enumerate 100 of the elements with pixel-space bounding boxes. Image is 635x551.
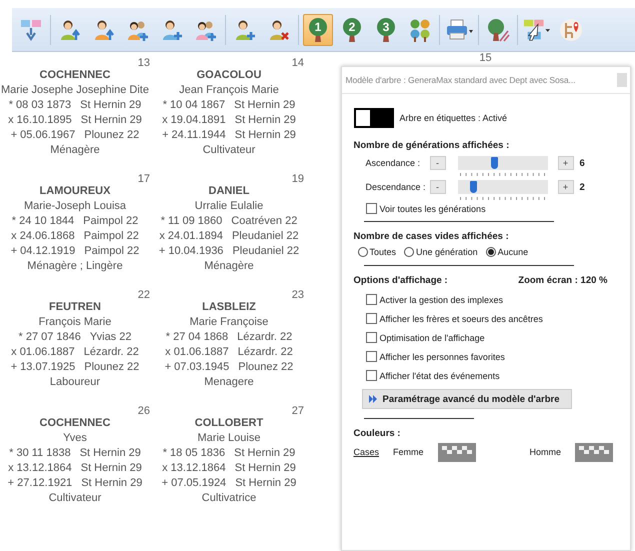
event-place: Lézardr. 22 bbox=[237, 330, 292, 345]
person-up-arrow-icon bbox=[92, 18, 116, 42]
person-add-icon bbox=[233, 18, 257, 42]
event-date: + 04.12.1919 bbox=[10, 244, 76, 259]
sosa-number: 17 bbox=[138, 173, 150, 185]
sosa-number: 23 bbox=[292, 289, 304, 301]
slider-label: Descendance : bbox=[366, 182, 427, 192]
printer-icon bbox=[445, 18, 473, 42]
sosa-number: 26 bbox=[138, 405, 150, 417]
checkbox-option[interactable]: Afficher l'état des événements bbox=[354, 366, 618, 385]
person-surname: LASBLEIZ bbox=[202, 300, 256, 315]
zoom-level: Zoom écran : 120 % bbox=[518, 275, 608, 286]
event-date: x 16.10.1895 bbox=[8, 113, 72, 128]
event-date: + 27.12.1921 bbox=[8, 476, 72, 491]
event-place: Pleudaniel 22 bbox=[232, 229, 299, 244]
slider-value: 2 bbox=[580, 182, 585, 192]
event-date: * 30 11 1838 bbox=[9, 446, 71, 461]
event-place: St Hernin 29 bbox=[234, 461, 296, 476]
event-date: * 18 05 1836 bbox=[162, 446, 226, 461]
event-date: + 13.07.1925 bbox=[10, 360, 76, 375]
person-given-names: Jean François Marie bbox=[179, 83, 279, 98]
slider-thumb[interactable] bbox=[470, 181, 477, 193]
slider-label: Ascendance : bbox=[366, 158, 422, 168]
sosa-number: 27 bbox=[292, 405, 304, 417]
event-place: Paimpol 22 bbox=[84, 229, 139, 244]
checkbox-option[interactable]: Voir toutes les générations bbox=[354, 199, 618, 218]
checkbox-option[interactable]: Afficher les frères et soeurs des ancêtres bbox=[354, 309, 618, 328]
person-surname: COCHENNEC bbox=[40, 68, 110, 83]
decrease-button[interactable]: - bbox=[430, 180, 446, 194]
sosa-number: 22 bbox=[138, 289, 150, 301]
radio-option[interactable]: Aucune bbox=[486, 247, 528, 257]
event-date: + 24.11.1944 bbox=[162, 128, 226, 143]
event-place: St Hernin 29 bbox=[80, 461, 142, 476]
advanced-settings-button[interactable]: Paramétrage avancé du modèle d'arbre bbox=[362, 389, 572, 409]
event-date: x 24.01.1894 bbox=[159, 229, 223, 244]
checkbox-option[interactable]: Afficher les personnes favorites bbox=[354, 347, 618, 366]
event-place: Coatréven 22 bbox=[231, 214, 298, 229]
color-swatch[interactable] bbox=[438, 442, 476, 462]
event-place: St Hernin 29 bbox=[234, 98, 296, 113]
event-date: * 08 03 1873 bbox=[8, 98, 72, 113]
section-heading: Options d'affichage : bbox=[354, 275, 448, 286]
event-place: Paimpol 22 bbox=[83, 214, 138, 229]
event-place: Lézardr. 22 bbox=[238, 345, 293, 360]
person-given-names: Urralie Eulalie bbox=[194, 199, 264, 214]
person-surname: COLLOBERT bbox=[194, 416, 264, 431]
person-given-names: François Marie bbox=[38, 315, 112, 330]
event-place: Lézardr. 22 bbox=[84, 345, 139, 360]
event-date: * 11 09 1860 bbox=[160, 214, 222, 229]
increase-button[interactable]: + bbox=[558, 180, 574, 194]
color-label: Femme bbox=[393, 447, 424, 457]
color-swatch[interactable] bbox=[575, 442, 614, 462]
section-heading: Nombre de générations affichées : bbox=[354, 140, 510, 151]
person-given-names: Yves bbox=[63, 431, 87, 446]
person-surname: DANIEL bbox=[208, 184, 250, 199]
event-date: x 19.04.1891 bbox=[162, 113, 226, 128]
person-surname: COCHENNEC bbox=[40, 416, 110, 431]
event-date: + 07.03.1945 bbox=[164, 360, 230, 375]
person-occupation: Ménagère ; Lingère bbox=[27, 259, 123, 274]
event-place: Plounez 22 bbox=[238, 360, 294, 375]
event-place: Paimpol 22 bbox=[84, 244, 140, 259]
person-occupation: Ménagère bbox=[50, 143, 100, 158]
person-given-names: Marie Josephe Josephine Dite bbox=[1, 83, 149, 98]
person-surname: FEUTREN bbox=[49, 300, 101, 315]
decrease-button[interactable]: - bbox=[430, 156, 446, 170]
section-heading: Couleurs : bbox=[354, 428, 402, 439]
event-date: x 13.12.1864 bbox=[162, 461, 226, 476]
person-occupation: Cultivateur bbox=[48, 491, 102, 506]
person-remove-icon bbox=[267, 18, 291, 42]
sosa-number: 13 bbox=[138, 57, 150, 69]
radio-option[interactable]: Toutes bbox=[358, 247, 396, 257]
person-surname: GOACOLOU bbox=[196, 68, 262, 83]
event-date: * 27 04 1868 bbox=[166, 330, 228, 345]
checkbox-option[interactable]: Optimisation de l'affichage bbox=[354, 328, 618, 347]
slider-track[interactable] bbox=[458, 156, 548, 170]
trees-icon bbox=[408, 18, 432, 42]
event-date: x 01.06.1887 bbox=[11, 345, 75, 360]
person-occupation: Laboureur bbox=[50, 375, 100, 390]
event-date: + 05.06.1967 bbox=[10, 128, 76, 143]
person-add-icon bbox=[160, 18, 184, 42]
slider-value: 6 bbox=[580, 158, 585, 168]
boxes-link[interactable]: Cases bbox=[354, 447, 380, 457]
event-date: + 07.05.1924 bbox=[162, 476, 226, 491]
checkbox-option[interactable]: Activer la gestion des implexes bbox=[354, 290, 618, 309]
event-date: * 27 07 1846 bbox=[18, 330, 81, 345]
person-given-names: Marie-Joseph Louisa bbox=[24, 199, 126, 214]
section-heading: Nombre de cases vides affichées : bbox=[354, 231, 510, 242]
event-date: x 13.12.1864 bbox=[8, 461, 72, 476]
pointer-icon bbox=[523, 18, 551, 42]
event-place: St Hernin 29 bbox=[234, 113, 296, 128]
person-occupation: Cultivateur bbox=[202, 143, 256, 158]
increase-button[interactable]: + bbox=[558, 156, 574, 170]
radio-option[interactable]: Une génération bbox=[404, 247, 478, 257]
double-chevron-icon bbox=[368, 395, 376, 403]
person-surname: LAMOUREUX bbox=[40, 184, 110, 199]
event-place: Yvias 22 bbox=[90, 330, 132, 345]
slider-track[interactable] bbox=[458, 180, 548, 194]
person-up-arrow-icon bbox=[58, 18, 82, 42]
slider-thumb[interactable] bbox=[490, 157, 498, 169]
sosa-number: 14 bbox=[292, 57, 304, 69]
toggle-switch[interactable] bbox=[354, 108, 394, 128]
